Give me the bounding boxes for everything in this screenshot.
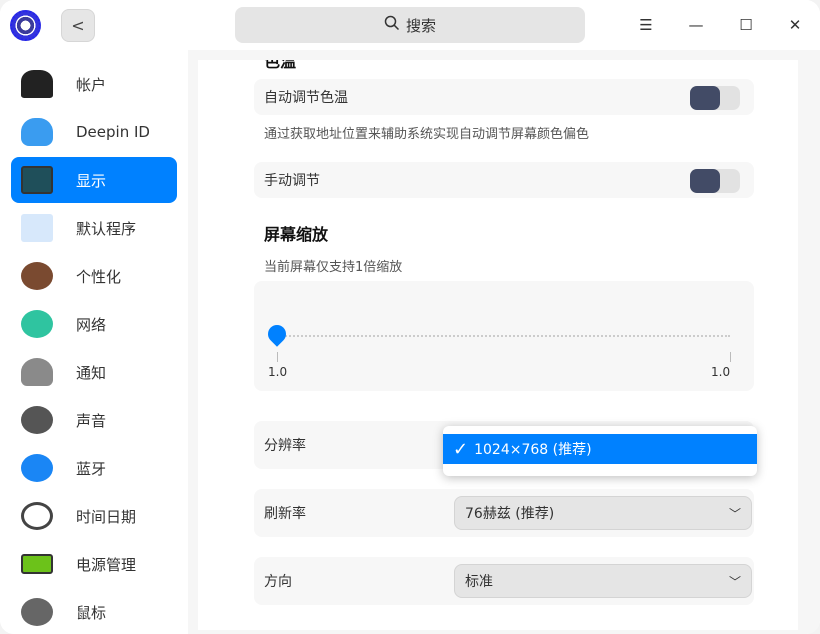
sidebar-item-account[interactable]: 帐户 (11, 61, 177, 107)
scale-max-label: 1.0 (711, 365, 731, 379)
check-icon: ✓ (453, 438, 469, 460)
sidebar-item-notification[interactable]: 通知 (11, 349, 177, 395)
titlebar: < 搜索 ☰ — ☐ ✕ (0, 0, 820, 50)
refresh-rate-select[interactable]: 76赫兹 (推荐) ﹀ (454, 496, 752, 530)
sidebar-item-datetime[interactable]: 时间日期 (11, 493, 177, 539)
scale-slider-handle[interactable] (264, 321, 290, 347)
default-apps-icon (21, 214, 53, 242)
palette-icon (21, 262, 53, 290)
clock-icon (21, 502, 53, 530)
search-placeholder: 搜索 (405, 16, 436, 35)
menu-button[interactable]: ☰ (635, 14, 657, 36)
network-icon (21, 310, 53, 338)
refresh-rate-value: 76赫兹 (推荐) (465, 506, 555, 522)
sidebar-item-power[interactable]: 电源管理 (11, 541, 177, 587)
sidebar-item-label: 默认程序 (76, 219, 137, 238)
auto-color-temp-row: 自动调节色温 (254, 79, 754, 115)
search-input[interactable]: 搜索 (235, 7, 585, 43)
scale-desc: 当前屏幕仅支持1倍缩放 (264, 260, 403, 275)
sidebar-item-sound[interactable]: 声音 (11, 397, 177, 443)
color-temp-title: 色温 (264, 60, 297, 71)
refresh-rate-label: 刷新率 (264, 506, 306, 522)
resolution-label: 分辨率 (264, 438, 306, 454)
sidebar-item-label: 时间日期 (76, 507, 137, 526)
scale-slider-card: 1.0 1.0 (254, 281, 754, 391)
sidebar-item-mouse[interactable]: 鼠标 (11, 589, 177, 634)
sidebar-item-display[interactable]: 显示 (11, 157, 177, 203)
sidebar-item-label: 显示 (76, 171, 107, 190)
monitor-icon (21, 166, 53, 194)
sidebar-item-label: 个性化 (76, 267, 122, 286)
manual-adjust-label: 手动调节 (264, 173, 320, 189)
sidebar-item-label: 电源管理 (76, 555, 137, 574)
manual-adjust-row: 手动调节 (254, 162, 754, 198)
search-icon (384, 15, 400, 35)
auto-color-temp-label: 自动调节色温 (264, 90, 348, 106)
battery-icon (21, 554, 53, 574)
tick-mark (730, 352, 731, 362)
orientation-label: 方向 (264, 574, 292, 590)
sidebar-item-bluetooth[interactable]: 蓝牙 (11, 445, 177, 491)
manual-adjust-toggle[interactable] (690, 169, 740, 193)
back-button[interactable]: < (61, 9, 95, 42)
sidebar-item-network[interactable]: 网络 (11, 301, 177, 347)
orientation-select[interactable]: 标准 ﹀ (454, 564, 752, 598)
user-icon (21, 70, 53, 98)
close-button[interactable]: ✕ (784, 14, 806, 36)
bluetooth-icon (21, 454, 53, 482)
scale-min-label: 1.0 (268, 365, 288, 379)
chevron-down-icon: ﹀ (728, 506, 741, 521)
speaker-icon (21, 406, 53, 434)
scale-title: 屏幕缩放 (264, 225, 329, 244)
bell-icon (21, 358, 53, 386)
minimize-button[interactable]: — (685, 14, 707, 36)
chevron-down-icon: ﹀ (728, 574, 741, 589)
sidebar-item-label: 帐户 (76, 75, 107, 94)
main-content: 色温 自动调节色温 通过获取地址位置来辅助系统实现自动调节屏幕颜色偏色 手动调节… (188, 50, 820, 634)
sidebar-item-label: 蓝牙 (76, 459, 107, 478)
maximize-button[interactable]: ☐ (735, 14, 757, 36)
scale-slider-track[interactable] (278, 335, 730, 337)
orientation-value: 标准 (465, 574, 493, 590)
sidebar-item-label: 网络 (76, 315, 107, 334)
sidebar-item-label: Deepin ID (76, 123, 150, 141)
display-settings-panel[interactable]: 色温 自动调节色温 通过获取地址位置来辅助系统实现自动调节屏幕颜色偏色 手动调节… (198, 60, 798, 630)
auto-color-temp-toggle[interactable] (690, 86, 740, 110)
cloud-icon (21, 118, 53, 146)
resolution-option-label: 1024×768 (推荐) (474, 442, 592, 458)
auto-color-temp-desc: 通过获取地址位置来辅助系统实现自动调节屏幕颜色偏色 (264, 127, 590, 142)
sidebar-item-label: 声音 (76, 411, 107, 430)
resolution-dropdown: ✓ 1024×768 (推荐) (443, 426, 757, 476)
sidebar-item-personalization[interactable]: 个性化 (11, 253, 177, 299)
sidebar-item-label: 通知 (76, 363, 107, 382)
resolution-option[interactable]: ✓ 1024×768 (推荐) (443, 434, 757, 464)
settings-window: < 搜索 ☰ — ☐ ✕ 帐户 Deepin ID 显示 默认程序 个性化 网络… (0, 0, 820, 634)
sidebar-item-label: 鼠标 (76, 603, 107, 622)
app-logo-icon (10, 10, 41, 41)
sidebar: 帐户 Deepin ID 显示 默认程序 个性化 网络 通知 声音 蓝牙 时间日… (0, 50, 188, 634)
mouse-icon (21, 598, 53, 626)
tick-mark (277, 352, 278, 362)
sidebar-item-default-apps[interactable]: 默认程序 (11, 205, 177, 251)
sidebar-item-deepin-id[interactable]: Deepin ID (11, 109, 177, 155)
